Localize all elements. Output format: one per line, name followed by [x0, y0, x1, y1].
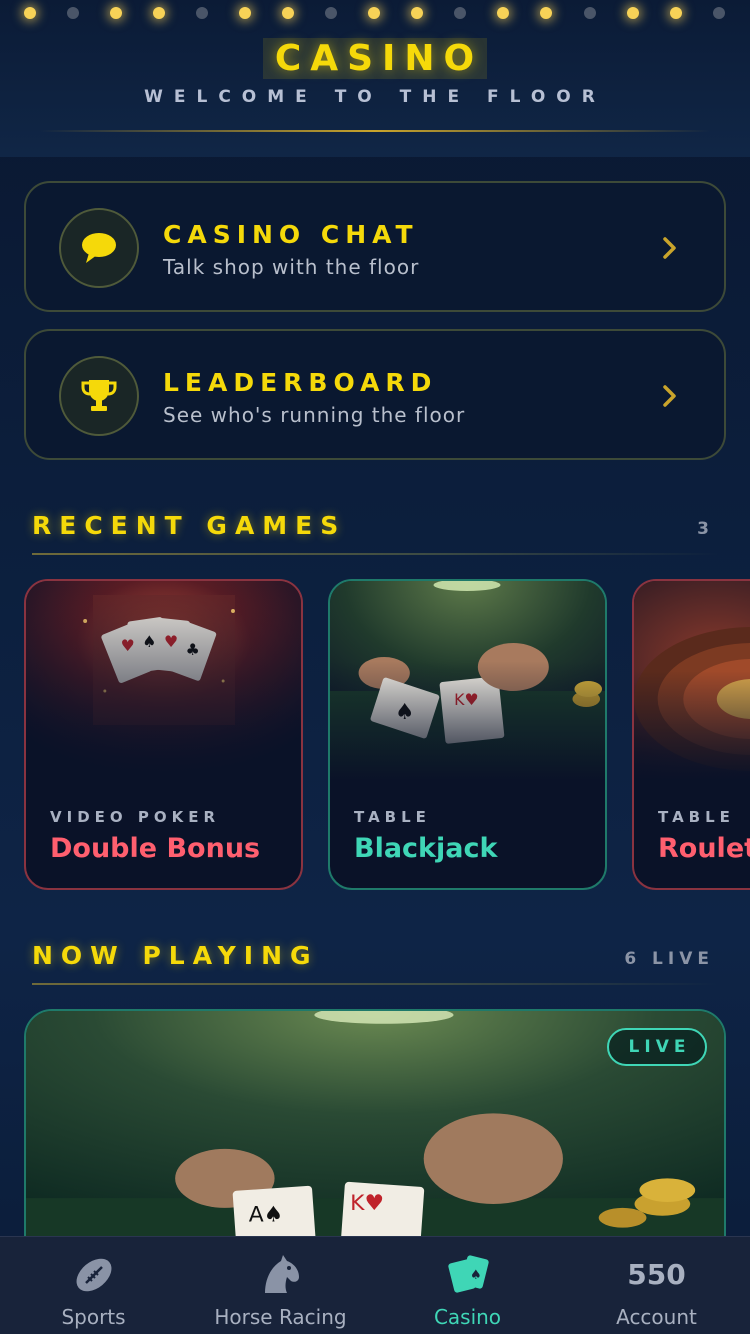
casino-chat-subtitle: Talk shop with the floor: [163, 255, 420, 279]
trophy-icon: [59, 356, 139, 436]
marquee-bulb: [627, 7, 639, 19]
section-divider: [32, 553, 718, 555]
live-count: 6 LIVE: [624, 949, 714, 969]
marquee-bulb: [196, 7, 208, 19]
marquee-bulb: [497, 7, 509, 19]
casino-screen: CASINO WELCOME TO THE FLOOR CASINO CHAT …: [0, 0, 750, 1334]
live-badge: LIVE: [607, 1028, 707, 1066]
page-title: CASINO: [262, 38, 488, 79]
tab-label: Horse Racing: [214, 1305, 347, 1329]
tab-label: Casino: [433, 1305, 502, 1329]
marquee-bulb: [239, 7, 251, 19]
account-balance: 550: [563, 1253, 750, 1297]
bottom-tab-bar: Sports Horse Racing ♠ Casino 550 Account: [0, 1236, 750, 1334]
live-game-card[interactable]: A♠ K♥ LIVE: [24, 1009, 726, 1269]
roulette-art: [634, 581, 750, 781]
casino-chat-title: CASINO CHAT: [163, 220, 419, 249]
now-playing-header: NOW PLAYING 6 LIVE: [32, 941, 718, 991]
game-title: Double Bonus: [50, 833, 261, 864]
section-divider: [32, 983, 718, 985]
blackjack-art: ♠ K♥: [330, 581, 605, 781]
page-subtitle: WELCOME TO THE FLOOR: [144, 87, 606, 107]
game-category: TABLE: [658, 808, 735, 826]
leaderboard-card[interactable]: LEADERBOARD See who's running the floor: [24, 329, 726, 460]
marquee-bulb: [713, 7, 725, 19]
marquee-bulb: [24, 7, 36, 19]
now-playing-title: NOW PLAYING: [32, 941, 319, 970]
marquee-bulb: [67, 7, 79, 19]
header: CASINO WELCOME TO THE FLOOR: [0, 0, 750, 157]
game-card-double-bonus[interactable]: ♥ ♠ ♥ ♣ VIDEO POKER Double Bonus: [24, 579, 303, 890]
tab-label: Sports: [61, 1305, 126, 1329]
marquee-bulb: [411, 7, 423, 19]
chevron-right-icon: [663, 385, 676, 407]
page-title-wrap: CASINO: [0, 38, 750, 79]
game-title: Roulette: [658, 833, 750, 864]
football-icon: [0, 1253, 187, 1297]
game-title: Blackjack: [354, 833, 498, 864]
tab-sports[interactable]: Sports: [0, 1237, 187, 1334]
marquee-bulb: [540, 7, 552, 19]
marquee-bulb: [454, 7, 466, 19]
marquee-bulb: [282, 7, 294, 19]
balance-value: 550: [627, 1258, 686, 1291]
leaderboard-subtitle: See who's running the floor: [163, 403, 466, 427]
svg-text:K♥: K♥: [350, 1191, 384, 1216]
tab-account[interactable]: 550 Account: [563, 1237, 750, 1334]
marquee-lights: [24, 7, 734, 21]
recent-games-title: RECENT GAMES: [32, 511, 347, 540]
recent-games-header: RECENT GAMES 3: [32, 511, 718, 561]
tab-label: Account: [616, 1305, 697, 1329]
game-category: VIDEO POKER: [50, 808, 221, 826]
casino-chat-card[interactable]: CASINO CHAT Talk shop with the floor: [24, 181, 726, 312]
game-card-roulette[interactable]: TABLE Roulette: [632, 579, 750, 890]
svg-text:A♠: A♠: [249, 1203, 284, 1228]
marquee-bulb: [584, 7, 596, 19]
tab-casino[interactable]: ♠ Casino: [374, 1237, 561, 1334]
marquee-bulb: [153, 7, 165, 19]
marquee-bulb: [368, 7, 380, 19]
horse-head-icon: [187, 1253, 374, 1297]
chevron-right-icon: [663, 237, 676, 259]
marquee-bulb: [325, 7, 337, 19]
header-divider: [40, 130, 710, 132]
tab-horse-racing[interactable]: Horse Racing: [187, 1237, 374, 1334]
game-card-blackjack[interactable]: ♠ K♥ TABLE Blackjack: [328, 579, 607, 890]
video-poker-art: ♥ ♠ ♥ ♣: [26, 581, 301, 781]
recent-games-count: 3: [697, 519, 714, 539]
marquee-bulb: [110, 7, 122, 19]
playing-cards-icon: ♠: [374, 1253, 561, 1297]
chat-bubble-icon: [59, 208, 139, 288]
marquee-bulb: [670, 7, 682, 19]
leaderboard-title: LEADERBOARD: [163, 368, 438, 397]
game-category: TABLE: [354, 808, 431, 826]
svg-text:♠: ♠: [470, 1268, 482, 1283]
